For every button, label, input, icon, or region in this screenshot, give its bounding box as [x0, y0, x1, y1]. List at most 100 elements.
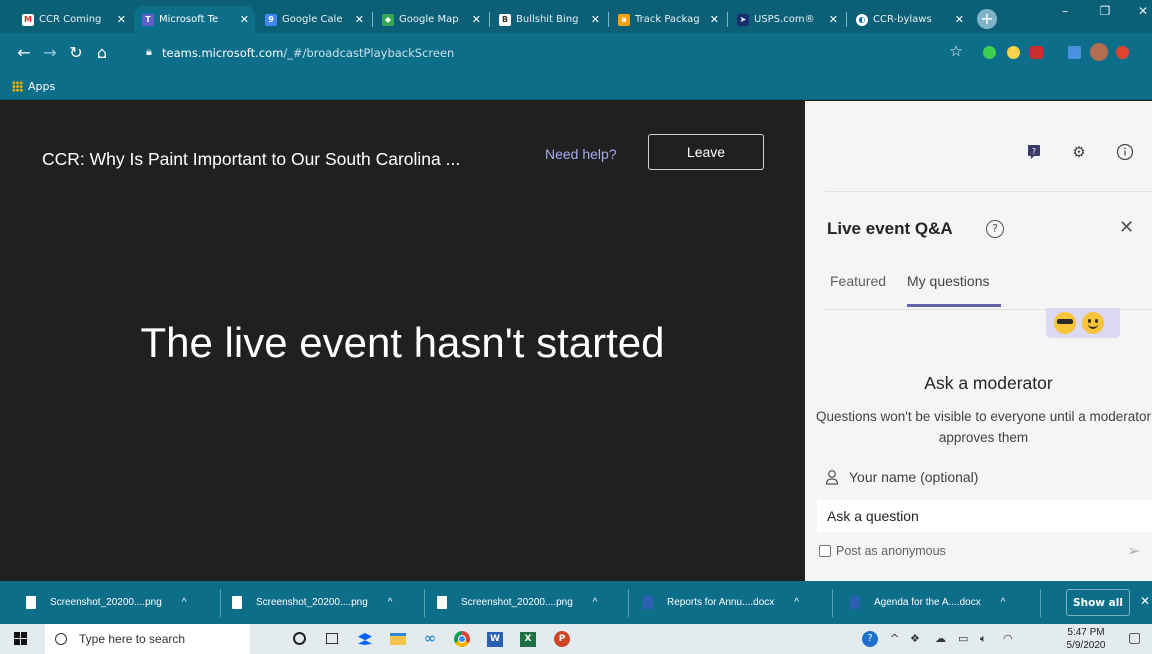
tab-title: Bullshit Bing [516, 14, 579, 25]
browser-tab-calendar[interactable]: 9 Google Cale ✕ [257, 6, 370, 33]
browser-tab-usps[interactable]: ➤ USPS.com® ✕ [729, 6, 844, 33]
downloads-shelf: Screenshot_20200....png ^ Screenshot_202… [0, 581, 1152, 624]
close-tab-icon[interactable]: ✕ [240, 13, 249, 26]
browser-tab-teams[interactable]: T Microsoft Te ✕ [134, 6, 255, 33]
chevron-up-icon[interactable]: ^ [388, 597, 393, 608]
update-icon[interactable] [1116, 46, 1129, 59]
new-tab-button[interactable]: + [977, 9, 997, 29]
close-tab-icon[interactable]: ✕ [829, 13, 838, 26]
profile-avatar[interactable] [1090, 43, 1108, 61]
browser-tab-bingo[interactable]: B Bullshit Bing ✕ [491, 6, 606, 33]
browser-tab-amazon[interactable]: a Track Packag ✕ [610, 6, 725, 33]
download-separator [628, 589, 629, 617]
close-tab-icon[interactable]: ✕ [355, 13, 364, 26]
home-icon[interactable]: ⌂ [92, 43, 112, 62]
word-doc-icon [643, 596, 653, 609]
apps-bookmark[interactable]: Apps [12, 80, 55, 93]
download-item[interactable]: Screenshot_20200....png ^ [437, 581, 597, 624]
post-anonymous-option[interactable]: Post as anonymous [819, 544, 946, 558]
windows-taskbar: Type here to search ∞ W X P ? ^ ❖ ☁ ▭ 🔈︎… [0, 624, 1152, 654]
back-icon[interactable]: ← [14, 43, 34, 62]
apps-label: Apps [28, 80, 56, 93]
extension-pdf-icon[interactable] [1030, 46, 1043, 59]
chevron-up-icon[interactable]: ^ [794, 597, 799, 608]
close-tab-icon[interactable]: ✕ [955, 13, 964, 26]
taskbar-search-box[interactable]: Type here to search [45, 624, 250, 654]
cortana-icon[interactable] [290, 629, 310, 649]
ask-question-input[interactable]: Ask a question [817, 500, 1152, 532]
extension-green-icon[interactable] [983, 46, 996, 59]
download-separator [220, 589, 221, 617]
chevron-up-icon[interactable]: ^ [1001, 597, 1006, 608]
close-tab-icon[interactable]: ✕ [591, 13, 600, 26]
bookmark-star-icon[interactable]: ☆ [946, 42, 966, 60]
help-tray-icon[interactable]: ? [862, 631, 878, 647]
apps-grid-icon [12, 81, 23, 92]
reload-icon[interactable]: ↻ [66, 43, 86, 62]
infinity-app-icon[interactable]: ∞ [420, 629, 440, 649]
tab-my-questions[interactable]: My questions [907, 273, 989, 289]
chevron-up-icon[interactable]: ^ [182, 597, 187, 608]
download-item[interactable]: Screenshot_20200....png ^ [26, 581, 186, 624]
powerpoint-icon[interactable]: P [552, 629, 572, 649]
excel-icon[interactable]: X [518, 629, 538, 649]
usps-icon: ➤ [737, 13, 749, 26]
anonymous-checkbox[interactable] [819, 545, 831, 557]
close-tab-icon[interactable]: ✕ [472, 13, 481, 26]
address-bar[interactable]: 🔒︎ teams.microsoft.com/_#/broadcastPlayb… [140, 40, 970, 66]
close-window-icon[interactable]: ✕ [1128, 4, 1152, 18]
dropbox-icon[interactable] [355, 629, 375, 649]
tab-title: CCR Coming [39, 14, 102, 25]
dropbox-tray-icon[interactable]: ❖ [910, 632, 920, 645]
word-icon[interactable]: W [485, 629, 505, 649]
file-explorer-icon[interactable] [388, 629, 408, 649]
teams-icon: T [142, 13, 154, 26]
close-panel-icon[interactable]: ✕ [1119, 217, 1134, 238]
volume-icon[interactable]: 🔈︎ [980, 632, 987, 646]
url-text: teams.microsoft.com/_#/broadcastPlayback… [162, 46, 454, 60]
chevron-up-icon[interactable]: ^ [890, 632, 899, 645]
wifi-icon[interactable]: ◠ [1003, 632, 1013, 645]
extension-yellow-icon[interactable] [1007, 46, 1020, 59]
forward-icon[interactable]: → [40, 43, 60, 62]
maximize-icon[interactable]: ❐ [1090, 4, 1120, 18]
chrome-icon[interactable] [452, 629, 472, 649]
extension-cast-icon[interactable] [1068, 46, 1081, 59]
taskbar-clock[interactable]: 5:47 PM 5/9/2020 [1066, 626, 1106, 652]
qa-panel-icon[interactable]: ? [1025, 143, 1045, 163]
notifications-icon[interactable]: ▢ [1128, 630, 1141, 646]
battery-icon[interactable]: ▭ [958, 632, 968, 645]
tab-featured[interactable]: Featured [830, 273, 886, 289]
onedrive-icon[interactable]: ☁ [935, 632, 946, 645]
name-field[interactable]: Your name (optional) [825, 469, 978, 485]
show-all-button[interactable]: Show all [1066, 589, 1130, 616]
close-downloads-icon[interactable]: ✕ [1140, 594, 1150, 608]
info-icon[interactable] [1115, 143, 1135, 163]
close-tab-icon[interactable]: ✕ [710, 13, 719, 26]
qa-panel: ? ⚙ Live event Q&A ? ✕ Featured My quest… [805, 101, 1152, 581]
windows-start-icon[interactable] [14, 632, 28, 646]
help-question-icon[interactable]: ? [986, 220, 1004, 238]
send-icon[interactable]: ➢ [1127, 541, 1140, 560]
tab-separator [846, 12, 847, 27]
browser-toolbar: ← → ↻ ⌂ 🔒︎ teams.microsoft.com/_#/broadc… [0, 33, 1152, 75]
download-item[interactable]: Reports for Annu....docx ^ [643, 581, 799, 624]
need-help-link[interactable]: Need help? [545, 146, 617, 162]
download-item[interactable]: Agenda for the A....docx ^ [850, 581, 1005, 624]
browser-tab-bylaws[interactable]: ◐ CCR-bylaws ✕ [848, 6, 970, 33]
minimize-icon[interactable]: – [1050, 4, 1080, 18]
smile-emoji-icon [1082, 312, 1104, 334]
close-tab-icon[interactable]: ✕ [117, 13, 126, 26]
browser-tab-gmail[interactable]: M CCR Coming ✕ [14, 6, 132, 33]
download-separator [1040, 589, 1041, 617]
settings-gear-icon[interactable]: ⚙ [1069, 143, 1089, 163]
tab-title: USPS.com® [754, 14, 815, 25]
download-filename: Screenshot_20200....png [256, 597, 368, 608]
download-item[interactable]: Screenshot_20200....png ^ [232, 581, 392, 624]
qa-panel-title: Live event Q&A [827, 219, 953, 238]
browser-tab-maps[interactable]: ⬥ Google Map ✕ [374, 6, 487, 33]
tab-title: Microsoft Te [159, 14, 219, 25]
chevron-up-icon[interactable]: ^ [593, 597, 598, 608]
leave-button[interactable]: Leave [648, 134, 764, 170]
task-view-icon[interactable] [322, 629, 342, 649]
